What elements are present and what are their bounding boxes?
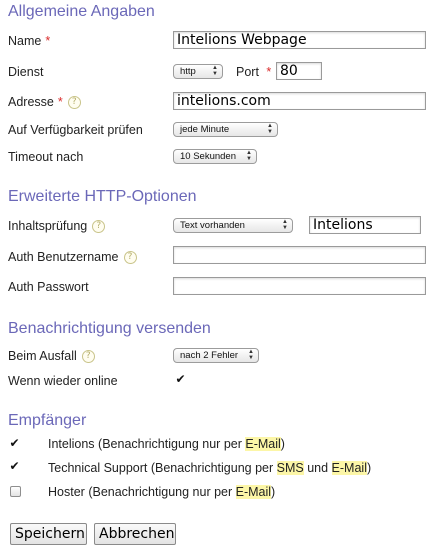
content-check-select-value: Text vorhanden xyxy=(180,220,245,231)
auth-user-input[interactable] xyxy=(173,246,426,264)
required-marker: * xyxy=(266,65,272,79)
help-icon[interactable]: ? xyxy=(123,250,137,264)
help-icon[interactable]: ? xyxy=(92,219,106,233)
email-channel-badge: E-Mail xyxy=(245,437,281,451)
service-select[interactable]: http ▲ ▼ xyxy=(173,64,223,79)
on-failure-label: Beim Ausfall ? xyxy=(8,349,95,363)
name-label-text: Name xyxy=(8,34,42,48)
name-input[interactable]: Intelions Webpage xyxy=(173,31,426,49)
timeout-select-value: 10 Sekunden xyxy=(180,151,236,162)
auth-pass-label: Auth Passwort xyxy=(8,280,89,294)
availability-select-value: jede Minute xyxy=(180,124,230,135)
section-title-recipients: Empfänger xyxy=(8,412,87,429)
recipient-checkbox[interactable]: ✔ xyxy=(9,460,20,472)
email-channel-badge: E-Mail xyxy=(235,485,272,499)
help-icon[interactable]: ? xyxy=(81,349,95,363)
when-online-checkbox[interactable]: ✔ xyxy=(175,373,186,385)
sms-channel-badge: SMS xyxy=(276,461,304,475)
select-arrows-icon: ▲ ▼ xyxy=(212,65,218,77)
recipient-label: Intelions (Benachrichtigung nur per E-Ma… xyxy=(48,437,285,451)
section-title-http: Erweiterte HTTP-Optionen xyxy=(8,188,197,205)
recipient-name: Intelions xyxy=(48,437,95,451)
on-failure-select-value: nach 2 Fehler xyxy=(180,350,239,361)
auth-pass-input[interactable] xyxy=(173,277,426,295)
recipient-channel-close: ) xyxy=(271,485,276,499)
recipient-channel-close: ) xyxy=(280,437,285,451)
availability-label: Auf Verfügbarkeit prüfen xyxy=(8,123,143,137)
service-select-value: http xyxy=(180,66,196,77)
recipient-checkbox[interactable]: ✔ xyxy=(9,437,20,449)
availability-select[interactable]: jede Minute ▲ ▼ xyxy=(173,122,278,137)
recipient-channel-text: (Benachrichtigung nur per xyxy=(88,485,236,499)
service-label: Dienst xyxy=(8,65,44,79)
auth-user-label-text: Auth Benutzername xyxy=(8,250,119,264)
content-check-input[interactable]: Intelions xyxy=(309,216,421,234)
address-label-text: Adresse xyxy=(8,95,54,109)
select-arrows-icon: ▲ ▼ xyxy=(248,349,254,361)
content-check-label-text: Inhaltsprüfung xyxy=(8,219,88,233)
timeout-label: Timeout nach xyxy=(8,150,84,164)
save-button[interactable]: Speichern xyxy=(10,523,87,545)
recipient-checkbox[interactable] xyxy=(10,486,21,497)
auth-user-label: Auth Benutzername ? xyxy=(8,250,137,264)
name-label: Name * xyxy=(8,34,50,48)
content-check-select[interactable]: Text vorhanden ▲ ▼ xyxy=(173,218,293,233)
recipient-label: Technical Support (Benachrichtigung per … xyxy=(48,461,371,475)
recipient-channel-text: (Benachrichtigung per xyxy=(150,461,277,475)
section-title-general: Allgemeine Angaben xyxy=(8,3,155,20)
select-arrows-icon: ▲ ▼ xyxy=(282,219,288,231)
port-label: Port * xyxy=(236,65,271,79)
select-arrows-icon: ▲ ▼ xyxy=(246,150,252,162)
recipient-channel-joiner: und xyxy=(303,461,332,475)
recipient-channel-text: (Benachrichtigung nur per xyxy=(98,437,246,451)
when-online-label: Wenn wieder online xyxy=(8,374,118,388)
cancel-button[interactable]: Abbrechen xyxy=(94,523,176,545)
on-failure-select[interactable]: nach 2 Fehler ▲ ▼ xyxy=(173,348,259,363)
timeout-select[interactable]: 10 Sekunden ▲ ▼ xyxy=(173,149,257,164)
recipient-name: Hoster xyxy=(48,485,85,499)
select-arrows-icon: ▲ ▼ xyxy=(267,123,273,135)
email-channel-badge: E-Mail xyxy=(331,461,367,475)
recipient-name: Technical Support xyxy=(48,461,148,475)
required-marker: * xyxy=(45,34,51,48)
content-check-label: Inhaltsprüfung ? xyxy=(8,219,106,233)
port-label-text: Port xyxy=(236,65,259,79)
section-title-notify: Benachrichtigung versenden xyxy=(8,320,211,337)
port-input[interactable]: 80 xyxy=(276,62,322,80)
help-icon[interactable]: ? xyxy=(67,95,81,109)
recipient-label: Hoster (Benachrichtigung nur per E-Mail) xyxy=(48,485,275,499)
on-failure-label-text: Beim Ausfall xyxy=(8,349,77,363)
required-marker: * xyxy=(57,95,63,109)
address-input[interactable]: intelions.com xyxy=(173,92,426,110)
address-label: Adresse * ? xyxy=(8,95,81,109)
recipient-channel-close: ) xyxy=(366,461,372,475)
